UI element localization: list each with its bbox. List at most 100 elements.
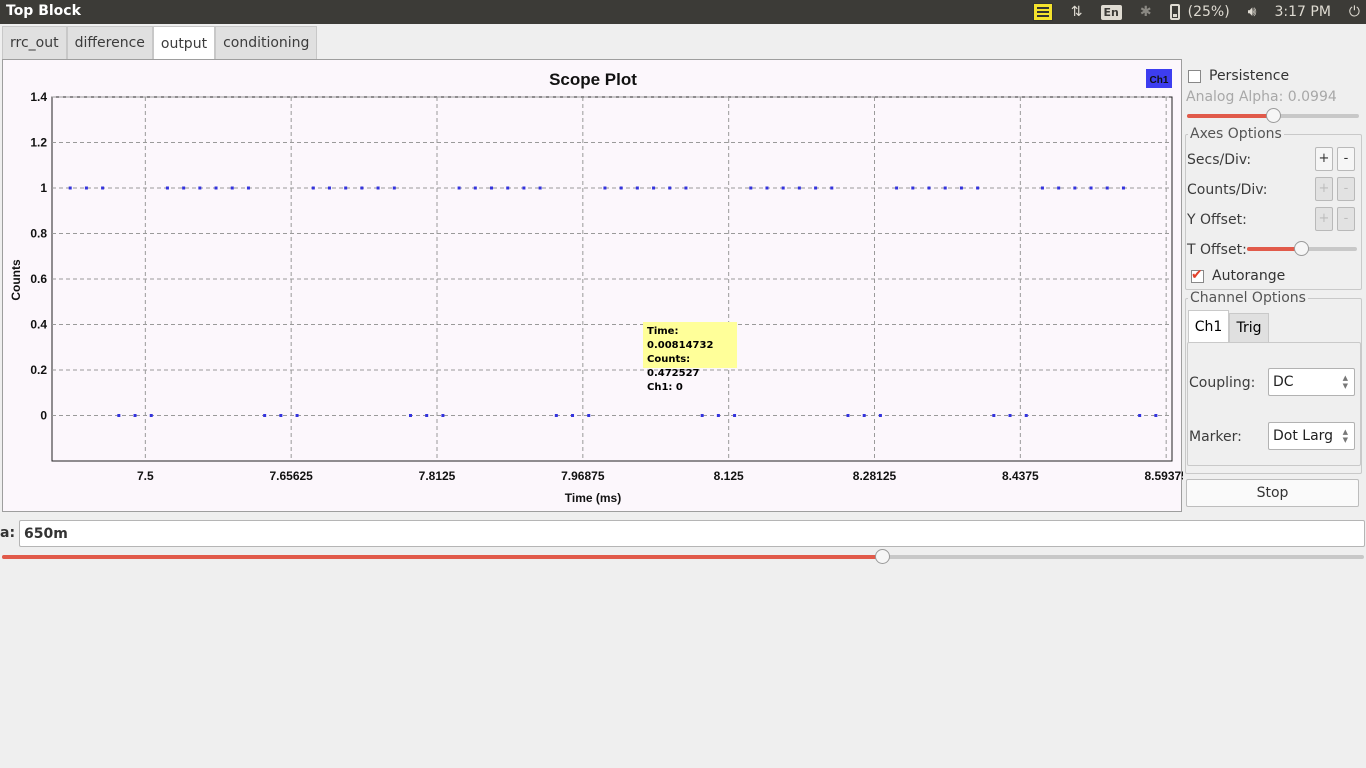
analog-alpha-label: Analog Alpha: 0.0994 (1186, 89, 1337, 105)
data-point (165, 186, 169, 190)
scope-chart[interactable]: Scope Plot 1.4 1.2 1 0.8 0.6 0.4 0.2 0 7.5 7.656… (3, 60, 1183, 513)
persistence-toggle[interactable]: Persistence (1188, 68, 1289, 84)
tab-ch1[interactable]: Ch1 (1188, 310, 1229, 342)
autorange-toggle[interactable]: Autorange (1191, 267, 1286, 284)
clock[interactable]: 3:17 PM (1275, 4, 1331, 20)
data-point (538, 186, 542, 190)
x-tick-label: 8.28125 (853, 469, 897, 483)
data-point (927, 186, 931, 190)
battery-percent: (25%) (1187, 4, 1230, 20)
data-point (603, 186, 607, 190)
coupling-value: DC (1273, 374, 1294, 390)
indicator-menu-icon[interactable] (1032, 3, 1053, 21)
x-tick-label: 8.4375 (1002, 469, 1039, 483)
window-title: Top Block (6, 3, 81, 19)
t-offset-label: T Offset: (1187, 242, 1247, 258)
data-point (733, 414, 737, 417)
keyboard-layout-indicator[interactable]: En (1100, 4, 1122, 20)
data-point (230, 186, 234, 190)
tab-trig[interactable]: Trig (1229, 313, 1269, 342)
secs-div-plus-button[interactable]: + (1315, 147, 1333, 171)
power-icon[interactable]: ⏻ (1349, 4, 1360, 20)
data-point (700, 414, 704, 417)
battery-indicator[interactable]: (25%) (1169, 4, 1230, 20)
data-point (571, 414, 575, 417)
data-point (992, 414, 996, 417)
y-offset-plus-button[interactable]: + (1315, 207, 1333, 231)
t-offset-handle[interactable] (1294, 241, 1309, 256)
battery-icon (1169, 4, 1180, 20)
y-tick-label: 0.2 (30, 363, 47, 377)
x-tick-label: 7.65625 (269, 469, 313, 483)
data-point (1057, 186, 1061, 190)
scope-plot[interactable]: Scope Plot 1.4 1.2 1 0.8 0.6 0.4 0.2 0 7.5 7.656… (2, 59, 1183, 513)
data-point (554, 414, 558, 417)
data-point (781, 186, 785, 190)
y-ticks: 1.4 1.2 1 0.8 0.6 0.4 0.2 0 (30, 90, 47, 423)
alpha-input[interactable]: 650m (19, 520, 1365, 547)
data-point (214, 186, 218, 190)
analog-alpha-handle[interactable] (1266, 108, 1281, 123)
counts-div-minus-button[interactable]: - (1337, 177, 1355, 201)
y-tick-label: 0.4 (30, 318, 47, 332)
stop-button[interactable]: Stop (1186, 479, 1359, 507)
data-point (360, 186, 364, 190)
alpha-slider[interactable] (2, 549, 1364, 564)
autorange-checkbox[interactable] (1191, 267, 1204, 283)
data-point (1073, 186, 1077, 190)
data-point (408, 414, 412, 417)
y-axis-label: Counts (9, 259, 23, 301)
spin-arrows-icon: ▲ ▼ (1342, 428, 1348, 444)
analog-alpha-slider[interactable] (1187, 108, 1359, 123)
data-point (878, 414, 882, 417)
coupling-select[interactable]: DC ▲ ▼ (1268, 368, 1355, 396)
x-tick-label: 7.5 (137, 469, 154, 483)
alpha-slider-handle[interactable] (875, 549, 891, 564)
data-point (1138, 414, 1142, 417)
spin-arrows-icon: ▲ ▼ (1342, 374, 1348, 390)
volume-icon[interactable]: 🔊︎ (1248, 4, 1257, 20)
data-point (1089, 186, 1093, 190)
data-point (279, 414, 283, 417)
network-icon[interactable]: ⇅ (1071, 4, 1083, 20)
data-point (263, 414, 267, 417)
hover-tooltip: Time: 0.00814732 Counts: 0.472527 Ch1: 0 (643, 322, 737, 393)
data-point (133, 414, 137, 417)
tab-difference[interactable]: difference (66, 26, 153, 59)
data-point (895, 186, 899, 190)
x-tick-label: 7.8125 (419, 469, 456, 483)
secs-div-label: Secs/Div: (1187, 152, 1252, 168)
data-point (1024, 414, 1028, 417)
data-point (668, 186, 672, 190)
y-offset-minus-button[interactable]: - (1337, 207, 1355, 231)
counts-div-plus-button[interactable]: + (1315, 177, 1333, 201)
data-point (976, 186, 980, 190)
data-point (749, 186, 753, 190)
tab-conditioning[interactable]: conditioning (215, 26, 318, 59)
data-point (392, 186, 396, 190)
alpha-control: a: 650m (0, 519, 1366, 547)
lang-badge: En (1100, 4, 1122, 20)
tooltip-time: Time: 0.00814732 (647, 326, 714, 351)
coupling-label: Coupling: (1189, 375, 1256, 391)
t-offset-slider[interactable] (1247, 241, 1357, 256)
data-point (490, 186, 494, 190)
data-point (1105, 186, 1109, 190)
tooltip-counts: Counts: 0.472527 (647, 354, 700, 379)
axes-options-title: Axes Options (1188, 126, 1284, 142)
marker-select[interactable]: Dot Larg ▲ ▼ (1268, 422, 1355, 450)
data-point (295, 414, 299, 417)
tab-rrc-out[interactable]: rrc_out (2, 26, 67, 59)
tab-output[interactable]: output (152, 26, 216, 60)
analog-alpha-fill (1187, 114, 1271, 118)
x-tick-label: 8.59375 (1144, 469, 1183, 483)
bluetooth-icon[interactable]: ✱ (1140, 4, 1152, 20)
alpha-label: a: (0, 525, 16, 541)
persistence-checkbox[interactable] (1188, 69, 1201, 83)
data-point (344, 186, 348, 190)
autorange-label: Autorange (1212, 268, 1286, 284)
tooltip-ch1: Ch1: 0 (647, 382, 683, 393)
y-tick-label: 0.8 (30, 227, 47, 241)
secs-div-minus-button[interactable]: - (1337, 147, 1355, 171)
x-axis-label: Time (ms) (565, 491, 621, 505)
